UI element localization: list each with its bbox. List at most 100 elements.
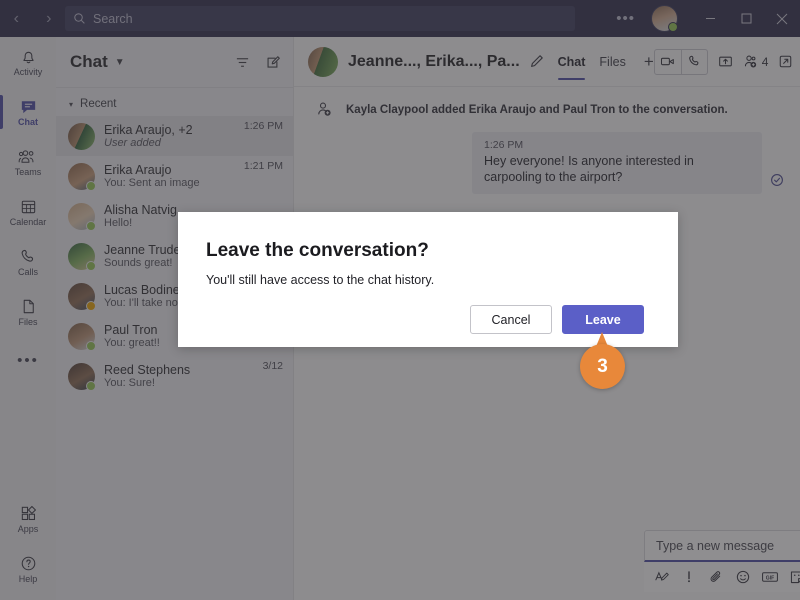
list-item-text: Erika Araujo You: Sent an image <box>104 163 235 190</box>
add-people-icon <box>744 55 756 68</box>
titlebar-more-icon[interactable]: ••• <box>606 10 645 27</box>
sidebar-item-files[interactable]: Files <box>0 287 56 337</box>
list-item-time: 3/12 <box>262 360 283 372</box>
avatar <box>68 122 95 150</box>
conversation-tabs: Chat Files + <box>557 37 654 87</box>
help-icon <box>21 556 35 571</box>
presence-available-icon <box>86 340 96 351</box>
add-people-button[interactable]: 4 <box>743 54 768 69</box>
add-tab-button[interactable]: + <box>644 52 654 72</box>
format-text-icon[interactable] <box>650 564 673 590</box>
avatar[interactable] <box>651 5 678 32</box>
search-input[interactable]: Search <box>65 6 575 31</box>
sticker-icon[interactable] <box>785 564 800 590</box>
list-item-time: 1:26 PM <box>243 120 283 132</box>
title-bar: ‹ › Search ••• <box>0 0 800 37</box>
sidebar-item-calendar[interactable]: Calendar <box>0 187 56 237</box>
sidebar-item-chat[interactable]: Chat <box>0 87 56 137</box>
sidebar-item-label: Teams <box>14 167 42 177</box>
close-button[interactable] <box>764 0 800 37</box>
message-input[interactable]: Type a new message <box>644 530 800 562</box>
compose-area: Type a new message GIF <box>644 530 800 592</box>
avatar <box>68 322 96 351</box>
sidebar-item-label: Files <box>18 317 38 327</box>
search-placeholder: Search <box>93 11 133 26</box>
nav-arrows: ‹ › <box>0 10 65 27</box>
sidebar-item-label: Calendar <box>9 217 47 227</box>
cancel-button[interactable]: Cancel <box>470 305 552 334</box>
tab-files[interactable]: Files <box>599 37 625 87</box>
page-title: Chat <box>70 52 108 71</box>
apps-icon <box>21 505 36 521</box>
giphy-icon[interactable]: GIF <box>758 564 781 590</box>
presence-available-icon <box>86 180 96 191</box>
conversation-header-actions: 4 <box>653 48 794 75</box>
back-arrow-icon[interactable]: ‹ <box>14 10 19 27</box>
step-callout-3: 3 <box>580 332 625 389</box>
message-time: 1:26 PM <box>484 139 524 151</box>
chevron-down-icon[interactable]: ▼ <box>115 57 125 68</box>
filter-icon[interactable] <box>235 55 250 70</box>
svg-text:GIF: GIF <box>765 575 773 581</box>
leave-conversation-dialog: Leave the conversation? You'll still hav… <box>178 212 678 347</box>
sidebar-item-label: Apps <box>17 524 39 534</box>
list-item-time: 1:21 PM <box>243 160 283 172</box>
compose-toolbar: GIF <box>644 562 800 592</box>
avatar <box>68 362 96 391</box>
share-screen-icon[interactable] <box>718 54 733 69</box>
forward-arrow-icon[interactable]: › <box>46 10 51 27</box>
minimize-button[interactable] <box>692 0 728 37</box>
sidebar-item-activity[interactable]: Activity <box>0 37 56 87</box>
calendar-icon <box>21 200 35 214</box>
rail-bottom: Apps Help <box>0 494 56 600</box>
list-item-name: Erika Araujo, +2 <box>104 122 193 137</box>
tab-chat[interactable]: Chat <box>557 37 586 87</box>
attach-file-icon[interactable] <box>704 564 727 590</box>
pencil-icon[interactable] <box>529 54 544 69</box>
sidebar-item-help[interactable]: Help <box>0 544 56 594</box>
pop-out-icon[interactable] <box>778 54 793 69</box>
caret-down-icon: ▾ <box>69 99 74 109</box>
message-text: Hey everyone! Is anyone interested in ca… <box>484 154 694 184</box>
set-importance-icon[interactable] <box>677 564 700 590</box>
video-call-icon[interactable] <box>655 50 681 74</box>
search-icon <box>74 13 85 24</box>
presence-available-icon <box>86 220 96 231</box>
people-icon <box>18 150 34 163</box>
list-item[interactable]: Erika Araujo, +2 User added 1:26 PM <box>56 116 293 156</box>
message-row: 1:26 PM Hey everyone! Is anyone interest… <box>308 132 784 194</box>
sidebar-more-apps-button[interactable]: ••• <box>0 337 56 383</box>
presence-available-icon <box>86 260 96 271</box>
sidebar-item-teams[interactable]: Teams <box>0 137 56 187</box>
dialog-title: Leave the conversation? <box>206 240 429 261</box>
list-item[interactable]: Reed Stephens You: Sure! 3/12 <box>56 356 293 396</box>
bell-icon <box>22 51 34 64</box>
sidebar-item-calls[interactable]: Calls <box>0 237 56 287</box>
emoji-icon[interactable] <box>731 564 754 590</box>
system-message: Kayla Claypool added Erika Araujo and Pa… <box>308 101 784 132</box>
sidebar-item-apps[interactable]: Apps <box>0 494 56 544</box>
avatar <box>68 282 96 311</box>
tab-label: Chat <box>557 54 586 69</box>
recent-label: Recent <box>80 98 117 110</box>
callout-number: 3 <box>580 344 625 389</box>
sidebar-item-label: Help <box>18 574 38 584</box>
recent-section-header[interactable]: ▾ Recent <box>56 88 293 116</box>
group-avatar <box>308 46 338 77</box>
maximize-button[interactable] <box>728 0 764 37</box>
presence-away-icon <box>86 300 96 311</box>
person-added-icon <box>318 102 331 116</box>
conversation-title: Jeanne..., Erika..., Pa... <box>348 52 520 70</box>
leave-button[interactable]: Leave <box>562 305 644 334</box>
new-chat-icon[interactable] <box>266 55 281 70</box>
dialog-body: You'll still have access to the chat his… <box>206 273 435 287</box>
sidebar-item-label: Activity <box>13 67 43 77</box>
list-item[interactable]: Erika Araujo You: Sent an image 1:21 PM <box>56 156 293 196</box>
audio-call-icon[interactable] <box>680 49 707 74</box>
presence-available-icon <box>86 380 96 391</box>
message-bubble[interactable]: 1:26 PM Hey everyone! Is anyone interest… <box>472 132 762 194</box>
chat-list-header-icons <box>235 55 281 70</box>
tab-label: Files <box>599 54 626 69</box>
avatar <box>68 242 96 271</box>
message-list: Kayla Claypool added Erika Araujo and Pa… <box>294 87 800 194</box>
